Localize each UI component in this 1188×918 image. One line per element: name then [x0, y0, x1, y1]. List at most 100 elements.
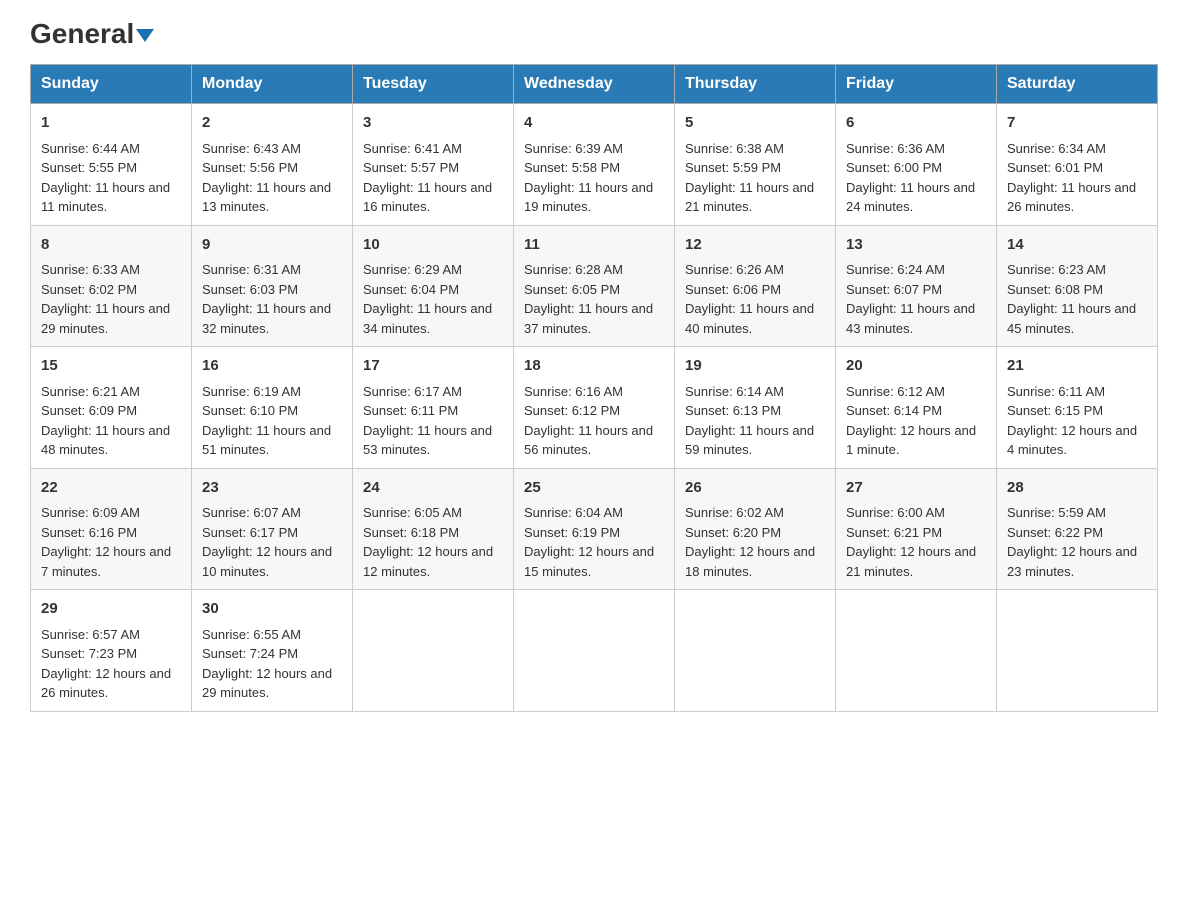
calendar-cell: 19 Sunrise: 6:14 AM Sunset: 6:13 PM Dayl… [675, 347, 836, 469]
calendar-week-row: 29 Sunrise: 6:57 AM Sunset: 7:23 PM Dayl… [31, 590, 1158, 712]
sunrise-label: Sunrise: 6:34 AM [1007, 141, 1106, 156]
sunset-label: Sunset: 6:20 PM [685, 525, 781, 540]
day-number: 9 [202, 234, 342, 257]
day-number: 29 [41, 598, 181, 621]
daylight-label: Daylight: 12 hours and 10 minutes. [202, 544, 332, 579]
sunrise-label: Sunrise: 6:07 AM [202, 505, 301, 520]
calendar-cell [836, 590, 997, 712]
daylight-label: Daylight: 12 hours and 12 minutes. [363, 544, 493, 579]
calendar-cell: 21 Sunrise: 6:11 AM Sunset: 6:15 PM Dayl… [997, 347, 1158, 469]
sunset-label: Sunset: 5:58 PM [524, 160, 620, 175]
daylight-label: Daylight: 11 hours and 43 minutes. [846, 301, 975, 336]
daylight-label: Daylight: 11 hours and 13 minutes. [202, 180, 331, 215]
daylight-label: Daylight: 12 hours and 23 minutes. [1007, 544, 1137, 579]
calendar-cell: 2 Sunrise: 6:43 AM Sunset: 5:56 PM Dayli… [192, 104, 353, 226]
day-number: 22 [41, 477, 181, 500]
sunrise-label: Sunrise: 6:14 AM [685, 384, 784, 399]
daylight-label: Daylight: 11 hours and 45 minutes. [1007, 301, 1136, 336]
sunset-label: Sunset: 6:03 PM [202, 282, 298, 297]
daylight-label: Daylight: 11 hours and 16 minutes. [363, 180, 492, 215]
day-number: 11 [524, 234, 664, 257]
sunrise-label: Sunrise: 6:43 AM [202, 141, 301, 156]
calendar-cell: 17 Sunrise: 6:17 AM Sunset: 6:11 PM Dayl… [353, 347, 514, 469]
sunset-label: Sunset: 6:02 PM [41, 282, 137, 297]
sunset-label: Sunset: 6:22 PM [1007, 525, 1103, 540]
day-number: 21 [1007, 355, 1147, 378]
sunset-label: Sunset: 6:17 PM [202, 525, 298, 540]
sunset-label: Sunset: 6:11 PM [363, 403, 458, 418]
weekday-header-thursday: Thursday [675, 65, 836, 104]
day-number: 13 [846, 234, 986, 257]
calendar-cell: 29 Sunrise: 6:57 AM Sunset: 7:23 PM Dayl… [31, 590, 192, 712]
page-header: General [30, 20, 1158, 44]
calendar-cell: 24 Sunrise: 6:05 AM Sunset: 6:18 PM Dayl… [353, 468, 514, 590]
sunset-label: Sunset: 7:24 PM [202, 646, 298, 661]
calendar-cell: 30 Sunrise: 6:55 AM Sunset: 7:24 PM Dayl… [192, 590, 353, 712]
sunset-label: Sunset: 6:06 PM [685, 282, 781, 297]
calendar-cell: 1 Sunrise: 6:44 AM Sunset: 5:55 PM Dayli… [31, 104, 192, 226]
daylight-label: Daylight: 11 hours and 48 minutes. [41, 423, 170, 458]
daylight-label: Daylight: 11 hours and 40 minutes. [685, 301, 814, 336]
calendar-cell: 18 Sunrise: 6:16 AM Sunset: 6:12 PM Dayl… [514, 347, 675, 469]
sunset-label: Sunset: 6:05 PM [524, 282, 620, 297]
daylight-label: Daylight: 12 hours and 15 minutes. [524, 544, 654, 579]
day-number: 28 [1007, 477, 1147, 500]
calendar-cell: 6 Sunrise: 6:36 AM Sunset: 6:00 PM Dayli… [836, 104, 997, 226]
sunset-label: Sunset: 6:00 PM [846, 160, 942, 175]
sunrise-label: Sunrise: 6:02 AM [685, 505, 784, 520]
day-number: 6 [846, 112, 986, 135]
sunset-label: Sunset: 6:01 PM [1007, 160, 1103, 175]
calendar-week-row: 22 Sunrise: 6:09 AM Sunset: 6:16 PM Dayl… [31, 468, 1158, 590]
daylight-label: Daylight: 11 hours and 26 minutes. [1007, 180, 1136, 215]
calendar-cell: 20 Sunrise: 6:12 AM Sunset: 6:14 PM Dayl… [836, 347, 997, 469]
sunset-label: Sunset: 5:57 PM [363, 160, 459, 175]
calendar-cell: 27 Sunrise: 6:00 AM Sunset: 6:21 PM Dayl… [836, 468, 997, 590]
sunset-label: Sunset: 6:09 PM [41, 403, 137, 418]
sunrise-label: Sunrise: 6:09 AM [41, 505, 140, 520]
calendar-cell: 7 Sunrise: 6:34 AM Sunset: 6:01 PM Dayli… [997, 104, 1158, 226]
sunset-label: Sunset: 6:21 PM [846, 525, 942, 540]
calendar-cell: 5 Sunrise: 6:38 AM Sunset: 5:59 PM Dayli… [675, 104, 836, 226]
day-number: 27 [846, 477, 986, 500]
sunset-label: Sunset: 6:16 PM [41, 525, 137, 540]
calendar-table: SundayMondayTuesdayWednesdayThursdayFrid… [30, 64, 1158, 712]
daylight-label: Daylight: 12 hours and 26 minutes. [41, 666, 171, 701]
sunrise-label: Sunrise: 6:31 AM [202, 262, 301, 277]
calendar-cell: 14 Sunrise: 6:23 AM Sunset: 6:08 PM Dayl… [997, 225, 1158, 347]
calendar-week-row: 1 Sunrise: 6:44 AM Sunset: 5:55 PM Dayli… [31, 104, 1158, 226]
day-number: 23 [202, 477, 342, 500]
day-number: 20 [846, 355, 986, 378]
sunset-label: Sunset: 6:04 PM [363, 282, 459, 297]
day-number: 24 [363, 477, 503, 500]
sunrise-label: Sunrise: 6:33 AM [41, 262, 140, 277]
day-number: 26 [685, 477, 825, 500]
weekday-header-saturday: Saturday [997, 65, 1158, 104]
calendar-week-row: 8 Sunrise: 6:33 AM Sunset: 6:02 PM Dayli… [31, 225, 1158, 347]
calendar-cell: 16 Sunrise: 6:19 AM Sunset: 6:10 PM Dayl… [192, 347, 353, 469]
weekday-header-sunday: Sunday [31, 65, 192, 104]
daylight-label: Daylight: 12 hours and 29 minutes. [202, 666, 332, 701]
sunrise-label: Sunrise: 6:28 AM [524, 262, 623, 277]
sunset-label: Sunset: 6:19 PM [524, 525, 620, 540]
sunset-label: Sunset: 6:07 PM [846, 282, 942, 297]
weekday-header-friday: Friday [836, 65, 997, 104]
calendar-cell [353, 590, 514, 712]
day-number: 10 [363, 234, 503, 257]
daylight-label: Daylight: 11 hours and 32 minutes. [202, 301, 331, 336]
calendar-cell: 9 Sunrise: 6:31 AM Sunset: 6:03 PM Dayli… [192, 225, 353, 347]
sunrise-label: Sunrise: 6:39 AM [524, 141, 623, 156]
sunrise-label: Sunrise: 6:04 AM [524, 505, 623, 520]
daylight-label: Daylight: 11 hours and 34 minutes. [363, 301, 492, 336]
sunrise-label: Sunrise: 6:00 AM [846, 505, 945, 520]
daylight-label: Daylight: 11 hours and 19 minutes. [524, 180, 653, 215]
sunset-label: Sunset: 5:59 PM [685, 160, 781, 175]
sunrise-label: Sunrise: 6:41 AM [363, 141, 462, 156]
day-number: 17 [363, 355, 503, 378]
calendar-cell: 12 Sunrise: 6:26 AM Sunset: 6:06 PM Dayl… [675, 225, 836, 347]
day-number: 4 [524, 112, 664, 135]
calendar-cell: 26 Sunrise: 6:02 AM Sunset: 6:20 PM Dayl… [675, 468, 836, 590]
calendar-cell: 3 Sunrise: 6:41 AM Sunset: 5:57 PM Dayli… [353, 104, 514, 226]
sunrise-label: Sunrise: 6:26 AM [685, 262, 784, 277]
daylight-label: Daylight: 12 hours and 4 minutes. [1007, 423, 1137, 458]
daylight-label: Daylight: 11 hours and 11 minutes. [41, 180, 170, 215]
